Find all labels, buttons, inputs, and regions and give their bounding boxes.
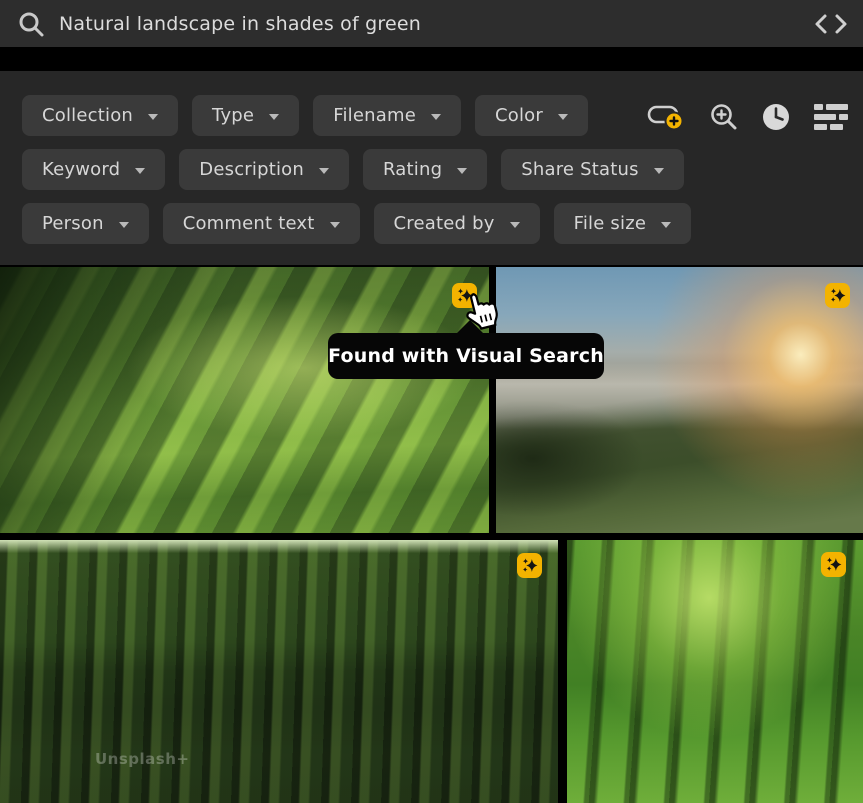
visual-search-badge[interactable] xyxy=(517,553,542,578)
filter-label: Description xyxy=(199,159,304,180)
filter-label: Comment text xyxy=(183,213,315,234)
search-icon xyxy=(17,10,45,38)
add-saved-search-icon xyxy=(646,102,686,132)
add-saved-search-button[interactable] xyxy=(646,102,686,132)
history-button[interactable] xyxy=(761,102,791,132)
mosaic-layout-icon xyxy=(814,103,848,131)
chevron-down-icon xyxy=(148,114,158,120)
filter-rating-button[interactable]: Rating xyxy=(363,149,487,190)
filter-label: Filename xyxy=(333,105,416,126)
sparkles-icon xyxy=(520,556,539,575)
sparkles-icon xyxy=(455,286,474,305)
filter-description-button[interactable]: Description xyxy=(179,149,349,190)
chevron-down-icon xyxy=(269,114,279,120)
chevron-down-icon xyxy=(457,168,467,174)
filter-type-button[interactable]: Type xyxy=(192,95,299,136)
mosaic-view-button[interactable] xyxy=(814,103,848,131)
chevron-down-icon xyxy=(431,114,441,120)
filter-keyword-button[interactable]: Keyword xyxy=(22,149,165,190)
filter-label: Created by xyxy=(394,213,495,234)
visual-search-badge[interactable] xyxy=(452,283,477,308)
chevron-down-icon xyxy=(330,222,340,228)
photo-thumbnail-green-hills[interactable] xyxy=(0,267,489,533)
expand-search-toggle[interactable] xyxy=(813,13,849,35)
chevron-down-icon xyxy=(661,222,671,228)
photo-thumbnail-green-forest[interactable] xyxy=(567,540,863,803)
history-icon xyxy=(761,102,791,132)
search-input[interactable] xyxy=(59,13,813,35)
filter-comment-text-button[interactable]: Comment text xyxy=(163,203,360,244)
filter-panel: Collection Type Filename Color Keyword xyxy=(0,71,863,265)
filter-row-2: Keyword Description Rating Share Status xyxy=(22,149,691,190)
chevron-down-icon xyxy=(510,222,520,228)
sparkles-icon xyxy=(828,286,847,305)
filter-label: Keyword xyxy=(42,159,120,180)
filter-label: Person xyxy=(42,213,104,234)
chevron-down-icon xyxy=(654,168,664,174)
filter-share-status-button[interactable]: Share Status xyxy=(501,149,683,190)
filter-label: Color xyxy=(495,105,543,126)
photo-thumbnail-sunset-cliffs[interactable] xyxy=(496,267,863,533)
chevron-right-icon xyxy=(833,13,849,35)
chevron-left-icon xyxy=(813,13,829,35)
chevron-down-icon xyxy=(119,222,129,228)
filter-icon-toolbar xyxy=(646,97,848,137)
filter-row-1: Collection Type Filename Color xyxy=(22,95,691,136)
chevron-down-icon xyxy=(135,168,145,174)
filter-label: File size xyxy=(574,213,647,234)
filter-person-button[interactable]: Person xyxy=(22,203,149,244)
filter-label: Rating xyxy=(383,159,442,180)
chevron-down-icon xyxy=(319,168,329,174)
tooltip-arrow xyxy=(456,320,484,334)
tooltip: Found with Visual Search xyxy=(328,333,604,379)
filter-filename-button[interactable]: Filename xyxy=(313,95,461,136)
filter-label: Type xyxy=(212,105,254,126)
filter-file-size-button[interactable]: File size xyxy=(554,203,692,244)
filter-button-rows: Collection Type Filename Color Keyword xyxy=(22,95,691,244)
search-bar xyxy=(0,0,863,47)
photo-library-app: { "search_bar": { "query": "Natural land… xyxy=(0,0,863,803)
zoom-in-button[interactable] xyxy=(709,102,739,132)
chevron-down-icon xyxy=(558,114,568,120)
filter-label: Share Status xyxy=(521,159,638,180)
sparkles-icon xyxy=(824,555,843,574)
filter-color-button[interactable]: Color xyxy=(475,95,588,136)
filter-row-3: Person Comment text Created by File size xyxy=(22,203,691,244)
watermark: Unsplash+ xyxy=(95,750,189,768)
visual-search-badge[interactable] xyxy=(825,283,850,308)
filter-label: Collection xyxy=(42,105,133,126)
zoom-in-icon xyxy=(709,102,739,132)
visual-search-badge[interactable] xyxy=(821,552,846,577)
tooltip-text: Found with Visual Search xyxy=(328,345,604,367)
filter-created-by-button[interactable]: Created by xyxy=(374,203,540,244)
photo-thumbnail-swamp-forest[interactable]: Unsplash+ xyxy=(0,540,558,803)
filter-collection-button[interactable]: Collection xyxy=(22,95,178,136)
